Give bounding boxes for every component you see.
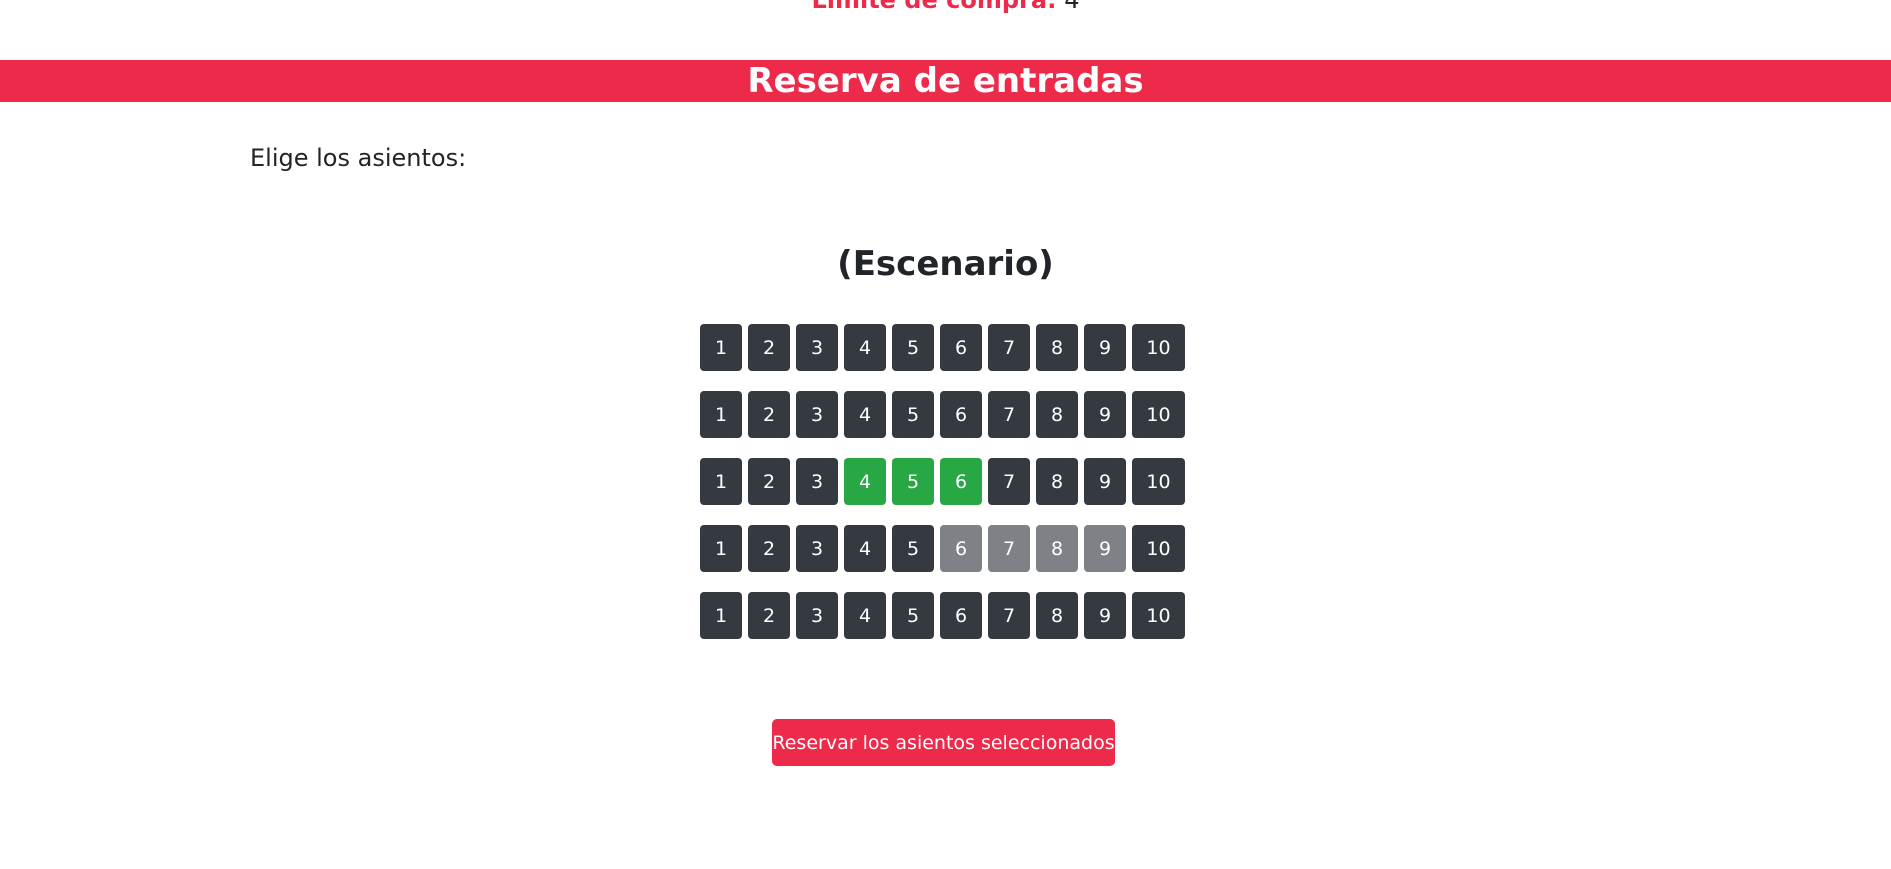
seat-row: 1 2 3 4 5 6 7 8 9 10: [700, 592, 1190, 639]
header-band: Reserva de entradas: [0, 60, 1891, 102]
seat-button-available[interactable]: 9: [1084, 324, 1126, 371]
seat-row: 1 2 3 4 5 6 7 8 9 10: [700, 458, 1190, 505]
seat-button-available[interactable]: 5: [892, 324, 934, 371]
seat-button-selected[interactable]: 5: [892, 458, 934, 505]
seat-button-available[interactable]: 5: [892, 592, 934, 639]
seat-button-available[interactable]: 5: [892, 391, 934, 438]
reserve-seats-button[interactable]: Reservar los asientos seleccionados: [772, 719, 1115, 766]
seat-button-available[interactable]: 8: [1036, 592, 1078, 639]
seat-button-occupied: 6: [940, 525, 982, 572]
seat-button-available[interactable]: 1: [700, 324, 742, 371]
seat-row: 1 2 3 4 5 6 7 8 9 10: [700, 525, 1190, 572]
seat-map: 1 2 3 4 5 6 7 8 9 10 1 2 3 4 5 6 7 8 9 10 1 2 3 4 5 6 7 8 9 10 1 2 3 4 5 6 7…: [700, 324, 1190, 659]
seat-button-available[interactable]: 4: [844, 525, 886, 572]
seat-button-available[interactable]: 9: [1084, 592, 1126, 639]
seat-button-available[interactable]: 1: [700, 592, 742, 639]
stage-label: (Escenario): [837, 244, 1054, 284]
seat-button-available[interactable]: 1: [700, 391, 742, 438]
seat-button-available[interactable]: 4: [844, 592, 886, 639]
seat-button-available[interactable]: 6: [940, 391, 982, 438]
seat-button-available[interactable]: 8: [1036, 324, 1078, 371]
seat-button-available[interactable]: 5: [892, 525, 934, 572]
seat-button-available[interactable]: 10: [1132, 525, 1185, 572]
seat-button-available[interactable]: 4: [844, 391, 886, 438]
seat-button-available[interactable]: 10: [1132, 391, 1185, 438]
purchase-limit: Límite de compra: 4: [0, 0, 1891, 14]
seat-button-available[interactable]: 7: [988, 458, 1030, 505]
seat-button-available[interactable]: 4: [844, 324, 886, 371]
seat-button-available[interactable]: 8: [1036, 391, 1078, 438]
purchase-limit-label: Límite de compra:: [811, 0, 1057, 14]
seat-button-selected[interactable]: 4: [844, 458, 886, 505]
seat-button-occupied: 8: [1036, 525, 1078, 572]
seat-button-available[interactable]: 10: [1132, 458, 1185, 505]
seat-row: 1 2 3 4 5 6 7 8 9 10: [700, 391, 1190, 438]
seat-button-available[interactable]: 3: [796, 324, 838, 371]
seat-button-available[interactable]: 2: [748, 458, 790, 505]
seat-button-available[interactable]: 2: [748, 391, 790, 438]
seat-button-occupied: 9: [1084, 525, 1126, 572]
seat-button-available[interactable]: 2: [748, 324, 790, 371]
seat-button-available[interactable]: 6: [940, 324, 982, 371]
seat-button-available[interactable]: 7: [988, 324, 1030, 371]
seat-button-available[interactable]: 3: [796, 458, 838, 505]
seat-button-available[interactable]: 9: [1084, 391, 1126, 438]
seat-button-available[interactable]: 1: [700, 458, 742, 505]
seat-button-available[interactable]: 7: [988, 391, 1030, 438]
seat-button-selected[interactable]: 6: [940, 458, 982, 505]
seat-button-occupied: 7: [988, 525, 1030, 572]
seat-button-available[interactable]: 10: [1132, 592, 1185, 639]
seat-button-available[interactable]: 3: [796, 391, 838, 438]
seat-instruction: Elige los asientos:: [250, 144, 467, 172]
purchase-limit-value: 4: [1064, 0, 1080, 14]
seat-button-available[interactable]: 8: [1036, 458, 1078, 505]
seat-button-available[interactable]: 9: [1084, 458, 1126, 505]
page-title: Reserva de entradas: [747, 61, 1144, 101]
seat-button-available[interactable]: 7: [988, 592, 1030, 639]
seat-button-available[interactable]: 10: [1132, 324, 1185, 371]
seat-button-available[interactable]: 2: [748, 525, 790, 572]
seat-button-available[interactable]: 3: [796, 592, 838, 639]
seat-button-available[interactable]: 2: [748, 592, 790, 639]
seat-button-available[interactable]: 6: [940, 592, 982, 639]
seat-button-available[interactable]: 3: [796, 525, 838, 572]
page: Límite de compra: 4 Reserva de entradas …: [0, 0, 1891, 869]
seat-button-available[interactable]: 1: [700, 525, 742, 572]
seat-row: 1 2 3 4 5 6 7 8 9 10: [700, 324, 1190, 371]
